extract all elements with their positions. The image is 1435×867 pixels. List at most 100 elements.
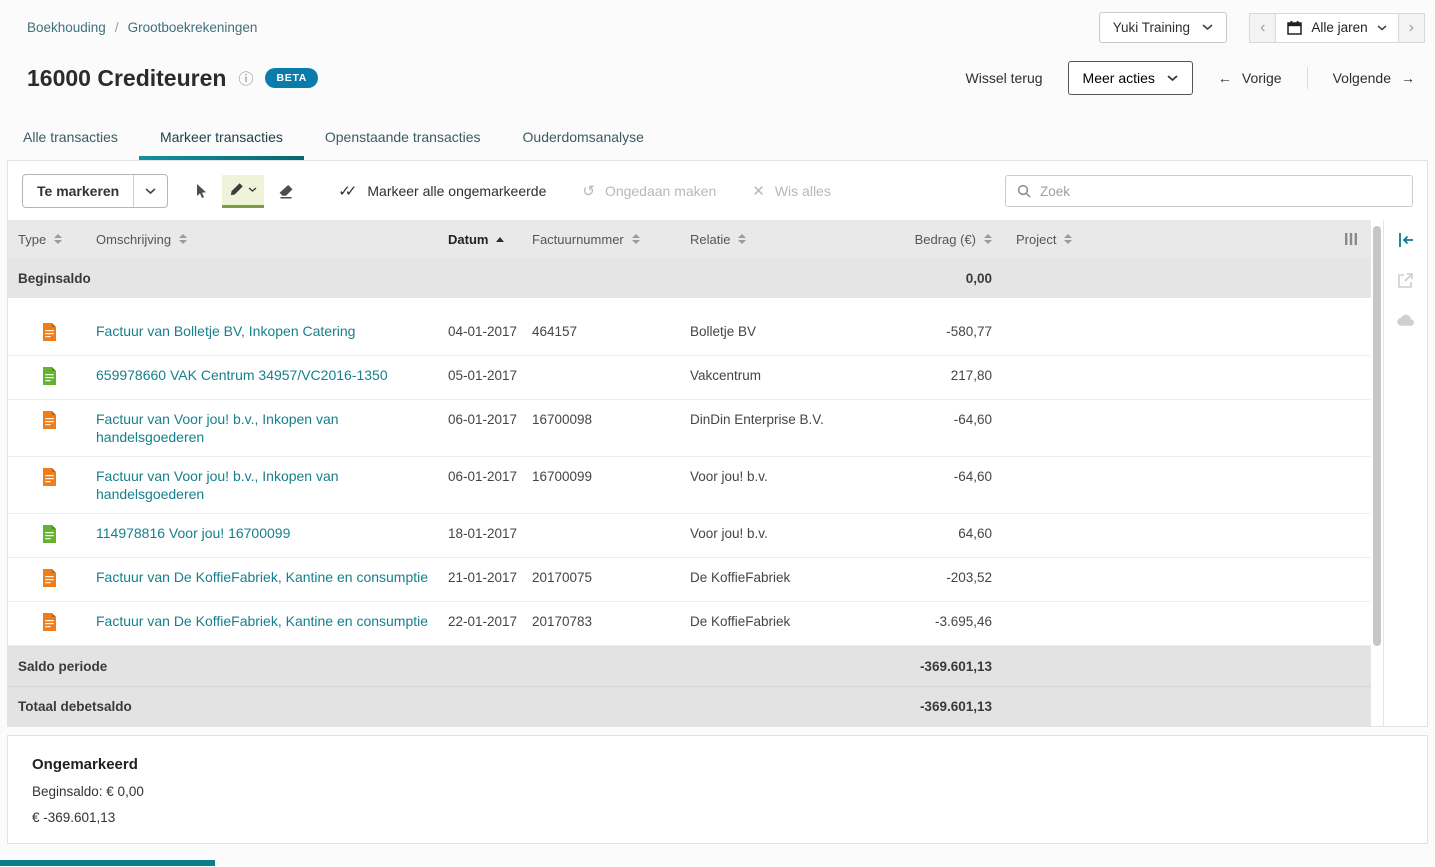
invoice-number: 20170075 — [532, 570, 593, 585]
cloud-icon[interactable] — [1396, 313, 1415, 328]
amount: -3.695,46 — [934, 614, 992, 629]
mark-tools — [184, 174, 302, 208]
transaction-date: 06-01-2017 — [448, 412, 518, 427]
bank-statement-icon — [42, 367, 57, 385]
invoice-number: 16700098 — [532, 412, 593, 427]
mark-mode-button[interactable]: Te markeren — [22, 174, 169, 208]
transaction-link[interactable]: 114978816 Voor jou! 16700099 — [96, 524, 290, 542]
transaction-link[interactable]: Factuur van Bolletje BV, Inkopen Caterin… — [96, 322, 355, 340]
column-header-project[interactable]: Project — [1016, 232, 1112, 247]
column-header-relatie[interactable]: Relatie — [690, 232, 886, 247]
invoice-number: 20170783 — [532, 614, 593, 629]
beginsaldo-amount: 0,00 — [965, 270, 992, 286]
vertical-scrollbar-thumb[interactable] — [1373, 226, 1381, 646]
amount: -64,60 — [953, 469, 992, 484]
sort-icon — [179, 234, 188, 244]
chevron-down-icon — [1377, 24, 1387, 31]
year-selector-button[interactable]: Alle jaren — [1275, 12, 1399, 43]
marker-tool-icon[interactable] — [222, 174, 265, 208]
top-controls: Yuki Training ‹ Alle jaren › — [1098, 12, 1425, 43]
info-icon[interactable]: ⓘ — [238, 68, 253, 89]
transaction-date: 21-01-2017 — [448, 570, 518, 585]
pointer-tool-icon[interactable] — [184, 175, 216, 208]
export-icon[interactable] — [1397, 272, 1414, 289]
columns-icon[interactable] — [1344, 232, 1358, 246]
column-header-factuurnummer[interactable]: Factuurnummer — [532, 232, 690, 247]
transaction-link[interactable]: Factuur van De KoffieFabriek, Kantine en… — [96, 568, 428, 586]
table-row[interactable]: 114978816 Voor jou! 16700099 18-01-2017 … — [8, 514, 1371, 558]
beginsaldo-row: Beginsaldo 0,00 — [8, 258, 1371, 298]
table-header: Type Omschrijving Datum Factuurnummer Re… — [8, 220, 1371, 258]
previous-button[interactable]: ← Vorige — [1218, 70, 1282, 86]
totaal-debetsaldo-row: Totaal debetsaldo -369.601,13 — [8, 686, 1371, 726]
amount: -580,77 — [946, 324, 992, 339]
collapse-panel-icon[interactable] — [1397, 232, 1415, 248]
table-row[interactable]: Factuur van De KoffieFabriek, Kantine en… — [8, 558, 1371, 602]
table-row[interactable]: 659978660 VAK Centrum 34957/VC2016-1350 … — [8, 356, 1371, 400]
table-row[interactable]: Factuur van Voor jou! b.v., Inkopen van … — [8, 457, 1371, 514]
undo-label: Ongedaan maken — [604, 183, 717, 199]
transaction-link[interactable]: Factuur van De KoffieFabriek, Kantine en… — [96, 612, 428, 630]
amount: -64,60 — [953, 412, 992, 427]
amount: 64,60 — [958, 526, 992, 541]
tab-markeer-transacties[interactable]: Markeer transacties — [138, 119, 304, 160]
administration-selector-button[interactable]: Yuki Training — [1098, 12, 1228, 43]
summary-total: € -369.601,13 — [32, 810, 116, 825]
column-header-datum[interactable]: Datum — [448, 232, 532, 247]
purchase-invoice-icon — [42, 613, 57, 631]
search-input[interactable] — [1040, 183, 1401, 199]
more-actions-button[interactable]: Meer acties — [1067, 61, 1193, 95]
totaal-debetsaldo-amount: -369.601,13 — [919, 699, 992, 714]
next-button[interactable]: Volgende → — [1333, 70, 1415, 86]
year-previous-button[interactable]: ‹ — [1249, 12, 1277, 43]
transactions-card: Te markeren ✓✓ Markeer alle ongemarkeerd… — [7, 160, 1428, 727]
year-navigation: ‹ Alle jaren › — [1249, 12, 1425, 43]
transaction-link[interactable]: Factuur van Voor jou! b.v., Inkopen van … — [96, 467, 432, 503]
mark-all-button[interactable]: ✓✓ Markeer alle ongemarkeerde — [338, 182, 546, 200]
horizontal-scrollbar-thumb[interactable] — [0, 860, 215, 866]
transaction-date: 05-01-2017 — [448, 368, 518, 383]
tab-bar: Alle transacties Markeer transacties Ope… — [2, 119, 1435, 160]
undo-button[interactable]: ↺ Ongedaan maken — [582, 182, 716, 200]
eraser-tool-icon[interactable] — [270, 175, 302, 208]
calendar-icon — [1287, 20, 1303, 35]
previous-label: Vorige — [1241, 70, 1282, 86]
arrow-right-icon: → — [1401, 70, 1415, 86]
transaction-link[interactable]: Factuur van Voor jou! b.v., Inkopen van … — [96, 410, 432, 446]
more-actions-label: Meer acties — [1082, 70, 1155, 86]
breadcrumb-item-grootboekrekeningen[interactable]: Grootboekrekeningen — [128, 20, 258, 35]
saldo-periode-row: Saldo periode -369.601,13 — [8, 646, 1371, 686]
chevron-down-icon — [1202, 24, 1213, 31]
chevron-down-icon — [1167, 74, 1178, 82]
close-icon: ✕ — [752, 183, 765, 200]
sort-icon — [738, 234, 747, 244]
year-next-button[interactable]: › — [1397, 12, 1425, 43]
mark-toolbar: Te markeren ✓✓ Markeer alle ongemarkeerd… — [8, 161, 1427, 220]
table-row[interactable]: Factuur van Bolletje BV, Inkopen Caterin… — [8, 312, 1371, 356]
clear-all-button[interactable]: ✕ Wis alles — [752, 182, 831, 200]
mark-all-label: Markeer alle ongemarkeerde — [367, 183, 547, 199]
saldo-periode-amount: -369.601,13 — [919, 658, 992, 674]
transaction-link[interactable]: 659978660 VAK Centrum 34957/VC2016-1350 — [96, 366, 388, 384]
table-row[interactable]: Factuur van De KoffieFabriek, Kantine en… — [8, 602, 1371, 646]
summary-panel: Ongemarkeerd Beginsaldo: € 0,00 € -369.6… — [7, 735, 1428, 844]
year-selector-label: Alle jaren — [1311, 20, 1368, 35]
side-rail — [1383, 220, 1427, 726]
tab-alle-transacties[interactable]: Alle transacties — [2, 119, 139, 160]
transaction-date: 06-01-2017 — [448, 469, 518, 484]
tab-ouderdomsanalyse[interactable]: Ouderdomsanalyse — [502, 119, 665, 160]
column-header-type[interactable]: Type — [18, 232, 96, 247]
transactions-table: Type Omschrijving Datum Factuurnummer Re… — [8, 220, 1427, 726]
header-actions: Wissel terug Meer acties ← Vorige Volgen… — [966, 61, 1415, 95]
column-header-omschrijving[interactable]: Omschrijving — [96, 232, 432, 247]
table-row[interactable]: Factuur van Voor jou! b.v., Inkopen van … — [8, 400, 1371, 457]
undo-icon: ↺ — [582, 183, 595, 200]
saldo-periode-label: Saldo periode — [18, 658, 108, 674]
tab-openstaande-transacties[interactable]: Openstaande transacties — [304, 119, 502, 160]
breadcrumb-item-boekhouding[interactable]: Boekhouding — [27, 20, 106, 35]
relation: De KoffieFabriek — [690, 570, 791, 585]
switch-back-link[interactable]: Wissel terug — [966, 70, 1043, 86]
column-header-bedrag[interactable]: Bedrag (€) — [886, 232, 992, 247]
relation: DinDin Enterprise B.V. — [690, 412, 824, 427]
summary-beginsaldo: Beginsaldo: € 0,00 — [32, 784, 144, 799]
